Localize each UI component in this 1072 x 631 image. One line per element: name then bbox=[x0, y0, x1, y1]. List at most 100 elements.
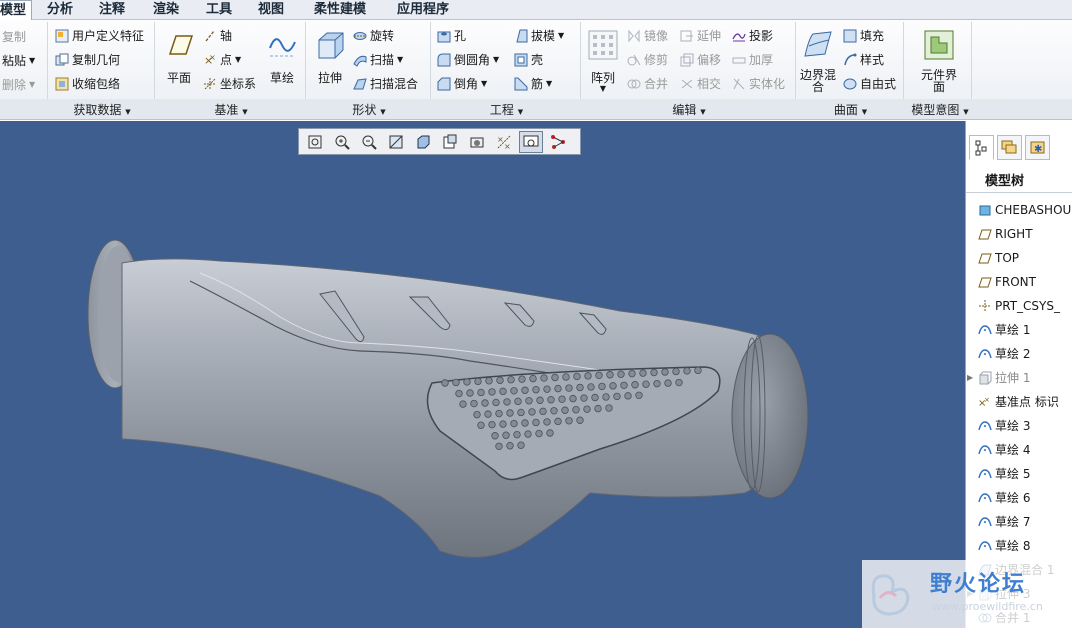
model-tree-node-label: 草绘 8 bbox=[995, 539, 1031, 553]
texture-dot bbox=[477, 421, 485, 429]
model-tree-node[interactable]: 草绘 6 bbox=[978, 488, 1030, 508]
svg-text:×: × bbox=[209, 53, 216, 62]
paste-button[interactable]: 粘贴 ▼ bbox=[2, 52, 35, 69]
texture-dot bbox=[554, 384, 562, 393]
revolve-icon bbox=[353, 31, 367, 40]
axis-button[interactable]: 轴 bbox=[203, 27, 232, 44]
saved-orientations-button[interactable] bbox=[438, 131, 462, 153]
model-tree-node[interactable]: ▶ 拉伸 1 bbox=[967, 368, 1030, 388]
pattern-button[interactable]: 阵列 ▼ bbox=[586, 28, 620, 93]
datum-point-icon: ×× bbox=[204, 53, 216, 67]
repaint-button[interactable] bbox=[384, 131, 408, 153]
group-label-engineering[interactable]: 工程 ▼ bbox=[433, 101, 580, 118]
hole-button[interactable]: 孔 bbox=[437, 27, 466, 44]
extend-button[interactable]: 延伸 bbox=[680, 27, 721, 44]
spin-center-button[interactable] bbox=[519, 130, 543, 153]
tab-model-tree[interactable] bbox=[969, 135, 994, 160]
refit-button[interactable] bbox=[303, 131, 327, 153]
group-label-editing[interactable]: 编辑 ▼ bbox=[583, 101, 795, 118]
annotation-display-button[interactable] bbox=[546, 131, 570, 153]
model-tree-node[interactable]: TOP bbox=[978, 248, 1019, 268]
offset-button[interactable]: 偏移 bbox=[680, 51, 721, 68]
view-manager-button[interactable] bbox=[465, 131, 489, 153]
model-tree-node[interactable]: 草绘 8 bbox=[978, 536, 1031, 556]
copy-geometry-button[interactable]: 复制几何 bbox=[55, 51, 120, 68]
draft-button[interactable]: 拔模 ▼ bbox=[514, 27, 564, 44]
group-label-surfaces[interactable]: 曲面 ▼ bbox=[798, 101, 903, 118]
group-label-shape[interactable]: 形状 ▼ bbox=[308, 101, 430, 118]
trim-button[interactable]: 修剪 bbox=[627, 51, 668, 68]
texture-dot bbox=[499, 387, 507, 396]
project-button[interactable]: 投影 bbox=[732, 27, 773, 44]
tab-analysis[interactable]: 分析 bbox=[38, 0, 82, 20]
group-label-datum[interactable]: 基准 ▼ bbox=[157, 101, 305, 118]
tab-folder-browser[interactable] bbox=[997, 135, 1022, 160]
swept-blend-button[interactable]: 扫描混合 bbox=[353, 75, 418, 92]
delete-button[interactable]: 删除 ▼ bbox=[2, 76, 35, 93]
point-button[interactable]: × × 点 ▼ bbox=[203, 51, 241, 68]
texture-dot bbox=[463, 378, 471, 386]
datum-display-filters-icon: ×× bbox=[497, 135, 511, 150]
model-tree-node[interactable]: 草绘 2 bbox=[978, 344, 1030, 364]
revolve-button[interactable]: 旋转 bbox=[353, 27, 394, 44]
shell-icon bbox=[514, 53, 528, 66]
round-button[interactable]: 倒圆角 ▼ bbox=[437, 51, 499, 68]
model-tree-node[interactable]: 草绘 1 bbox=[978, 320, 1030, 340]
extrude-button[interactable]: 拉伸 bbox=[312, 28, 348, 86]
tab-favorites[interactable]: ✱ bbox=[1025, 135, 1050, 160]
model-tree-node[interactable]: 草绘 3 bbox=[978, 416, 1030, 436]
tab-annotate[interactable]: 注释 bbox=[88, 0, 136, 20]
datum-display-filters-button[interactable]: × × bbox=[492, 131, 516, 153]
merge-button[interactable]: 合并 bbox=[627, 75, 668, 92]
tab-model[interactable]: 模型 bbox=[0, 0, 32, 21]
boundary-blend-button[interactable]: 边界混合 bbox=[800, 28, 836, 93]
freestyle-button[interactable]: 自由式 bbox=[843, 75, 896, 92]
graphics-viewport[interactable] bbox=[0, 121, 965, 628]
mirror-button[interactable]: 镜像 bbox=[627, 27, 668, 44]
csys-button[interactable]: 坐标系 bbox=[203, 75, 256, 92]
sweep-button[interactable]: 扫描 ▼ bbox=[353, 51, 403, 68]
shell-button[interactable]: 壳 bbox=[514, 51, 543, 68]
solidify-button[interactable]: 实体化 bbox=[732, 75, 785, 92]
zoom-in-button[interactable] bbox=[330, 131, 354, 153]
display-style-button[interactable] bbox=[411, 131, 435, 153]
plane-button[interactable]: 平面 bbox=[160, 28, 198, 86]
sketch-button[interactable]: 草绘 bbox=[264, 28, 300, 86]
tab-view[interactable]: 视图 bbox=[248, 0, 294, 20]
tab-flexible-modeling[interactable]: 柔性建模 bbox=[302, 0, 378, 20]
texture-dot bbox=[591, 393, 599, 402]
tab-tools[interactable]: 工具 bbox=[196, 0, 242, 20]
zoom-out-button[interactable] bbox=[357, 131, 381, 153]
model-tree-node[interactable]: × × 基准点 标识 bbox=[978, 392, 1059, 412]
chamfer-button[interactable]: 倒角 ▼ bbox=[437, 75, 487, 92]
texture-dot bbox=[521, 386, 529, 394]
texture-dot bbox=[488, 420, 496, 429]
expand-arrow-icon[interactable]: ▶ bbox=[967, 368, 973, 388]
model-tree-node[interactable]: RIGHT bbox=[978, 224, 1033, 244]
model-tree-node[interactable]: 草绘 4 bbox=[978, 440, 1030, 460]
shrinkwrap-button[interactable]: 收缩包络 bbox=[55, 75, 120, 92]
model-tree-node[interactable]: CHEBASHOU2 bbox=[979, 200, 1072, 220]
texture-dot bbox=[694, 366, 702, 375]
texture-dot bbox=[650, 368, 658, 377]
model-tree-node[interactable]: 草绘 7 bbox=[978, 512, 1030, 532]
group-label-get-data[interactable]: 获取数据 ▼ bbox=[50, 101, 154, 118]
element-interface-button[interactable]: 元件界面 bbox=[916, 28, 962, 93]
boundary-blend-icon bbox=[804, 31, 832, 57]
model-tree-node[interactable]: 草绘 5 bbox=[978, 464, 1030, 484]
tab-render[interactable]: 渲染 bbox=[142, 0, 190, 20]
tab-applications[interactable]: 应用程序 bbox=[386, 0, 460, 20]
rib-button[interactable]: 筋 ▼ bbox=[514, 75, 552, 92]
thicken-button[interactable]: 加厚 bbox=[732, 51, 773, 68]
group-label-model-intent[interactable]: 模型意图 ▼ bbox=[906, 101, 974, 118]
udf-button[interactable]: 用户定义特征 bbox=[55, 27, 144, 44]
model-tree-node[interactable]: PRT_CSYS_ bbox=[979, 296, 1060, 316]
style-button[interactable]: 样式 bbox=[843, 51, 884, 68]
copy-button[interactable]: 复制 bbox=[2, 28, 26, 45]
repaint-icon bbox=[389, 135, 403, 148]
view-manager-icon bbox=[470, 137, 484, 147]
texture-dot bbox=[543, 418, 551, 426]
fill-button[interactable]: 填充 bbox=[843, 27, 884, 44]
intersect-button[interactable]: 相交 bbox=[680, 75, 721, 92]
model-tree-node[interactable]: FRONT bbox=[978, 272, 1036, 292]
